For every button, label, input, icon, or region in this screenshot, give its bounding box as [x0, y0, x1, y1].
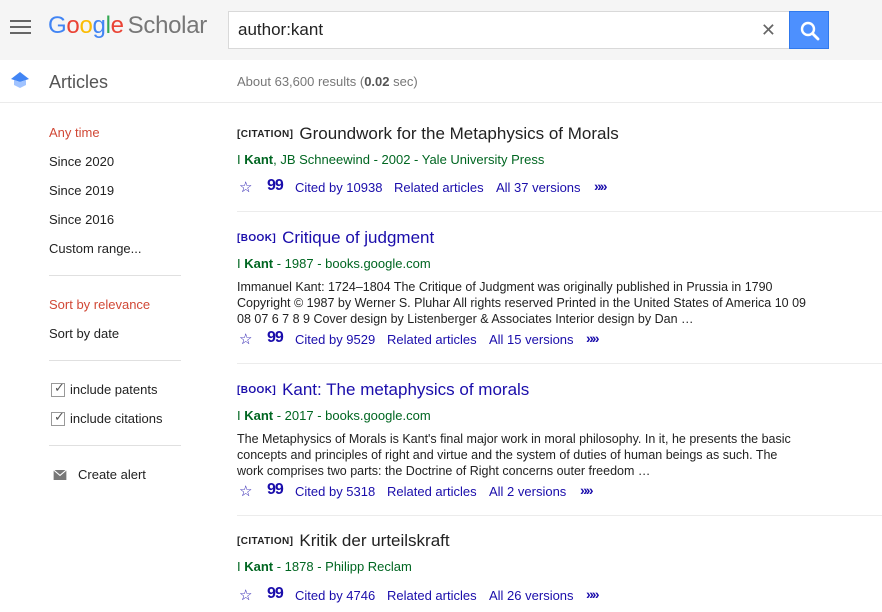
google-scholar-logo[interactable]: Google Scholar	[48, 12, 207, 40]
filter-since-2019[interactable]: Since 2019	[49, 183, 114, 198]
cited-by-link[interactable]: Cited by 9529	[295, 332, 375, 347]
filter-since-2016[interactable]: Since 2016	[49, 212, 114, 227]
all-versions-link[interactable]: All 26 versions	[489, 588, 574, 603]
result-title: [CITATION] Kritik der urteilskraft	[237, 531, 450, 551]
result-title: [CITATION] Groundwork for the Metaphysics…	[237, 124, 619, 144]
cite-quote-icon[interactable]: 99	[267, 585, 284, 603]
result-title-link[interactable]: Kant: The metaphysics of morals	[282, 380, 529, 399]
author-link[interactable]: Kant	[244, 256, 273, 271]
author-rest: - 2017 - books.google.com	[273, 408, 431, 423]
result-divider	[237, 211, 882, 212]
result-authors: I Kant - 1878 - Philipp Reclam	[237, 559, 412, 574]
logo-letter: o	[79, 12, 93, 39]
related-articles-link[interactable]: Related articles	[387, 484, 477, 499]
cite-quote-icon[interactable]: 99	[267, 481, 284, 499]
all-versions-link[interactable]: All 37 versions	[496, 180, 581, 195]
sort-by-date[interactable]: Sort by date	[49, 326, 119, 341]
logo-letter: e	[110, 12, 124, 39]
checkmark-icon: ✓	[54, 409, 65, 424]
save-star-icon[interactable]: ☆	[239, 330, 252, 348]
logo-letter: G	[48, 12, 67, 39]
include-citations-checkbox[interactable]: ✓	[51, 409, 65, 426]
top-header: GoogleScholar ✕	[0, 0, 882, 60]
filter-since-2020[interactable]: Since 2020	[49, 154, 114, 169]
save-star-icon[interactable]: ☆	[239, 586, 252, 604]
more-chevron-icon[interactable]: »»	[594, 178, 608, 194]
results-count-prefix: About 63,600 results (	[237, 74, 365, 89]
save-star-icon[interactable]: ☆	[239, 178, 252, 196]
search-box: ✕	[228, 11, 790, 49]
create-alert-link[interactable]: Create alert	[78, 467, 146, 482]
result-divider	[237, 515, 882, 516]
related-articles-link[interactable]: Related articles	[394, 180, 484, 195]
clear-icon[interactable]: ✕	[761, 20, 776, 40]
result-snippet: Immanuel Kant: 1724–1804 The Critique of…	[237, 280, 806, 326]
result-authors: I Kant - 1987 - books.google.com	[237, 256, 431, 271]
cited-by-link[interactable]: Cited by 10938	[295, 180, 382, 195]
cited-by-link[interactable]: Cited by 4746	[295, 588, 375, 603]
result-title: [BOOK] Critique of judgment	[237, 228, 434, 248]
cited-by-link[interactable]: Cited by 5318	[295, 484, 375, 499]
result-title-text: Groundwork for the Metaphysics of Morals	[299, 124, 619, 143]
include-citations-label: include citations	[70, 411, 163, 426]
search-input[interactable]	[238, 12, 748, 48]
articles-icon	[11, 72, 29, 88]
more-chevron-icon[interactable]: »»	[580, 482, 594, 498]
filter-custom-range[interactable]: Custom range...	[49, 241, 142, 256]
sidebar-divider	[49, 445, 181, 446]
author-link[interactable]: Kant	[244, 559, 273, 574]
sidebar-divider	[49, 275, 181, 276]
result-snippet: The Metaphysics of Morals is Kant's fina…	[237, 432, 791, 478]
result-authors: I Kant, JB Schneewind - 2002 - Yale Univ…	[237, 152, 544, 167]
all-versions-link[interactable]: All 15 versions	[489, 332, 574, 347]
save-star-icon[interactable]: ☆	[239, 482, 252, 500]
result-type-tag: [CITATION]	[237, 129, 294, 140]
results-count-suffix: sec)	[389, 74, 418, 89]
result-divider	[237, 363, 882, 364]
results-time: 0.02	[364, 74, 390, 89]
logo-letter: g	[92, 12, 106, 39]
result-title-text: Kritik der urteilskraft	[299, 531, 450, 550]
result-title-link[interactable]: Critique of judgment	[282, 228, 434, 247]
filter-any-time[interactable]: Any time	[49, 125, 100, 140]
result-type-tag: [BOOK]	[237, 233, 277, 244]
search-icon	[800, 21, 820, 41]
sort-by-relevance[interactable]: Sort by relevance	[49, 297, 150, 312]
sub-header: Articles About 63,600 results (0.02 sec)	[0, 60, 882, 103]
author-rest: - 1987 - books.google.com	[273, 256, 431, 271]
results-count: About 63,600 results (0.02 sec)	[237, 74, 418, 89]
all-versions-link[interactable]: All 2 versions	[489, 484, 566, 499]
sidebar-divider	[49, 360, 181, 361]
checkmark-icon: ✓	[54, 380, 65, 395]
related-articles-link[interactable]: Related articles	[387, 588, 477, 603]
cite-quote-icon[interactable]: 99	[267, 177, 284, 195]
result-title: [BOOK] Kant: The metaphysics of morals	[237, 380, 529, 400]
author-link[interactable]: Kant	[244, 408, 273, 423]
include-patents-checkbox[interactable]: ✓	[51, 380, 65, 397]
articles-title: Articles	[49, 72, 109, 92]
logo-product-name: Scholar	[127, 12, 208, 39]
more-chevron-icon[interactable]: »»	[586, 330, 600, 346]
more-chevron-icon[interactable]: »»	[586, 586, 600, 602]
result-authors: I Kant - 2017 - books.google.com	[237, 408, 431, 423]
search-button[interactable]	[789, 11, 829, 49]
hamburger-menu-icon[interactable]	[10, 20, 31, 36]
result-type-tag: [CITATION]	[237, 536, 294, 547]
author-rest: - 1878 - Philipp Reclam	[273, 559, 412, 574]
result-type-tag: [BOOK]	[237, 385, 277, 396]
author-rest: , JB Schneewind - 2002 - Yale University…	[273, 152, 545, 167]
related-articles-link[interactable]: Related articles	[387, 332, 477, 347]
logo-letter: o	[66, 12, 80, 39]
include-patents-label[interactable]: include patents	[70, 382, 157, 397]
envelope-icon	[53, 470, 67, 480]
author-link[interactable]: Kant	[244, 152, 273, 167]
cite-quote-icon[interactable]: 99	[267, 329, 284, 347]
